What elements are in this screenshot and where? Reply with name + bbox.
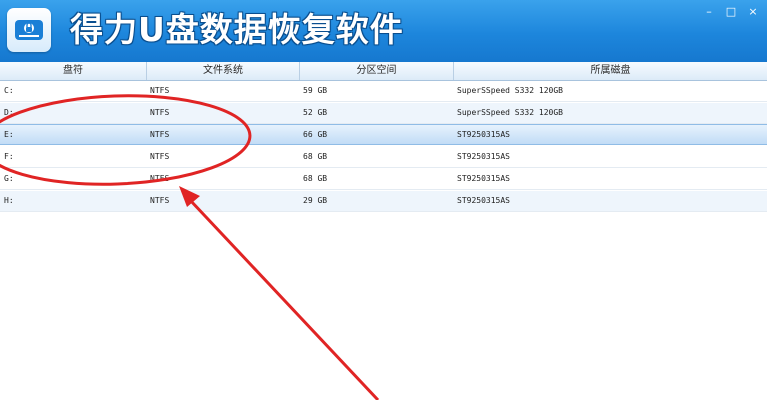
table-row-selected[interactable]: E: NTFS 66 GB ST9250315AS [0, 124, 767, 145]
drive-cell: H: [4, 196, 14, 205]
table-header: 盘符 文件系统 分区空间 所属磁盘 [0, 62, 767, 81]
drive-cell: D: [4, 108, 14, 117]
column-header-disk[interactable]: 所属磁盘 [454, 62, 767, 80]
disk-cell: ST9250315AS [457, 174, 510, 183]
size-cell: 29 GB [303, 196, 328, 205]
table-row[interactable]: C: NTFS 59 GB SuperSSpeed S332 120GB [0, 81, 767, 102]
size-cell: 52 GB [303, 108, 328, 117]
table-row[interactable]: G: NTFS 68 GB ST9250315AS [0, 169, 767, 190]
filesystem-cell: NTFS [150, 86, 170, 95]
table-row[interactable]: D: NTFS 52 GB SuperSSpeed S332 120GB [0, 103, 767, 124]
column-header-filesystem[interactable]: 文件系统 [147, 62, 300, 80]
column-header-drive[interactable]: 盘符 [0, 62, 147, 80]
filesystem-cell: NTFS [150, 108, 170, 117]
disk-cell: ST9250315AS [457, 196, 510, 205]
disk-cell: ST9250315AS [457, 130, 510, 139]
column-header-size[interactable]: 分区空间 [300, 62, 454, 80]
app-title: 得力U盘数据恢复软件 [70, 10, 404, 49]
filesystem-cell: NTFS [150, 152, 170, 161]
annotation-arrow-shaft [188, 198, 380, 400]
filesystem-cell: NTFS [150, 130, 170, 139]
size-cell: 66 GB [303, 130, 328, 139]
maximize-button[interactable]: □ [723, 4, 739, 20]
window-controls: – □ × [701, 4, 761, 20]
drive-cell: C: [4, 86, 14, 95]
disk-cell: ST9250315AS [457, 152, 510, 161]
size-cell: 68 GB [303, 174, 328, 183]
drive-cell: E: [4, 130, 14, 139]
drive-cell: G: [4, 174, 14, 183]
app-logo-icon [7, 8, 51, 52]
disk-cell: SuperSSpeed S332 120GB [457, 86, 563, 95]
table-row[interactable]: F: NTFS 68 GB ST9250315AS [0, 147, 767, 168]
filesystem-cell: NTFS [150, 196, 170, 205]
table-row[interactable]: H: NTFS 29 GB ST9250315AS [0, 191, 767, 212]
filesystem-cell: NTFS [150, 174, 170, 183]
close-button[interactable]: × [745, 4, 761, 20]
drive-cell: F: [4, 152, 14, 161]
minimize-button[interactable]: – [701, 4, 717, 20]
disk-cell: SuperSSpeed S332 120GB [457, 108, 563, 117]
size-cell: 68 GB [303, 152, 328, 161]
title-bar[interactable]: 得力U盘数据恢复软件 – □ × [0, 0, 767, 62]
size-cell: 59 GB [303, 86, 328, 95]
